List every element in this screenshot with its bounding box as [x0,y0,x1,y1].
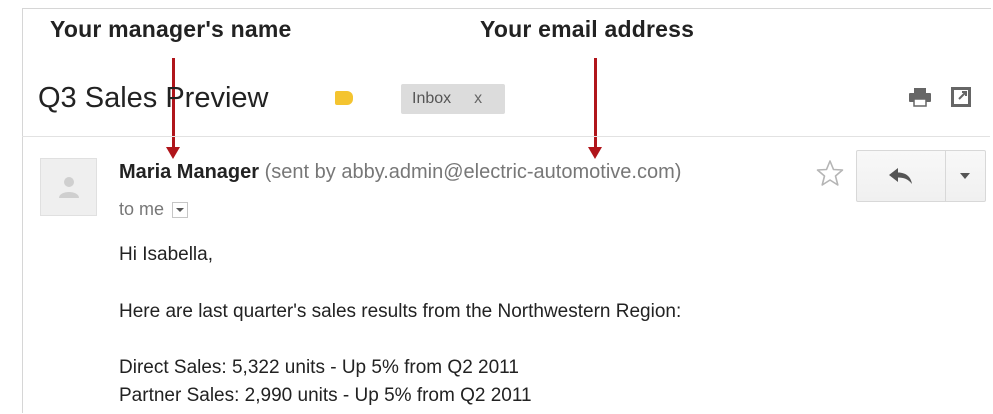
reply-icon [889,168,912,184]
inbox-label-text[interactable]: Inbox [412,90,451,108]
reply-button-group [856,150,986,202]
reply-button[interactable] [857,151,945,201]
inbox-label-chip[interactable]: Inbox x [401,84,505,114]
direct-sales-line: Direct Sales: 5,322 units - Up 5% from Q… [119,357,519,378]
recipient-text: to me [119,199,165,219]
person-icon [59,177,79,198]
recipient-details-dropdown[interactable] [172,201,189,218]
email-subject: Q3 Sales Preview [38,82,269,114]
annotation-email-address: Your email address [480,16,695,42]
remove-label-button[interactable]: x [474,90,482,108]
sender-line: Maria Manager (sent by abby.admin@electr… [119,161,681,184]
avatar[interactable] [40,158,97,216]
more-actions-button[interactable] [946,151,985,201]
star-icon[interactable] [815,158,845,188]
header-divider [22,136,990,137]
email-intro: Here are last quarter's sales results fr… [119,301,682,322]
new-window-icon[interactable] [950,86,972,108]
sender-sent-by: (sent by abby.admin@electric-automotive.… [264,161,682,183]
sender-name[interactable]: Maria Manager [119,161,259,183]
print-icon[interactable] [908,87,932,107]
label-tag-icon[interactable] [335,91,353,105]
annotation-manager-name: Your manager's name [50,16,292,42]
email-greeting: Hi Isabella, [119,244,213,265]
partner-sales-line: Partner Sales: 2,990 units - Up 5% from … [119,385,532,406]
recipient-line: to me [119,199,189,220]
